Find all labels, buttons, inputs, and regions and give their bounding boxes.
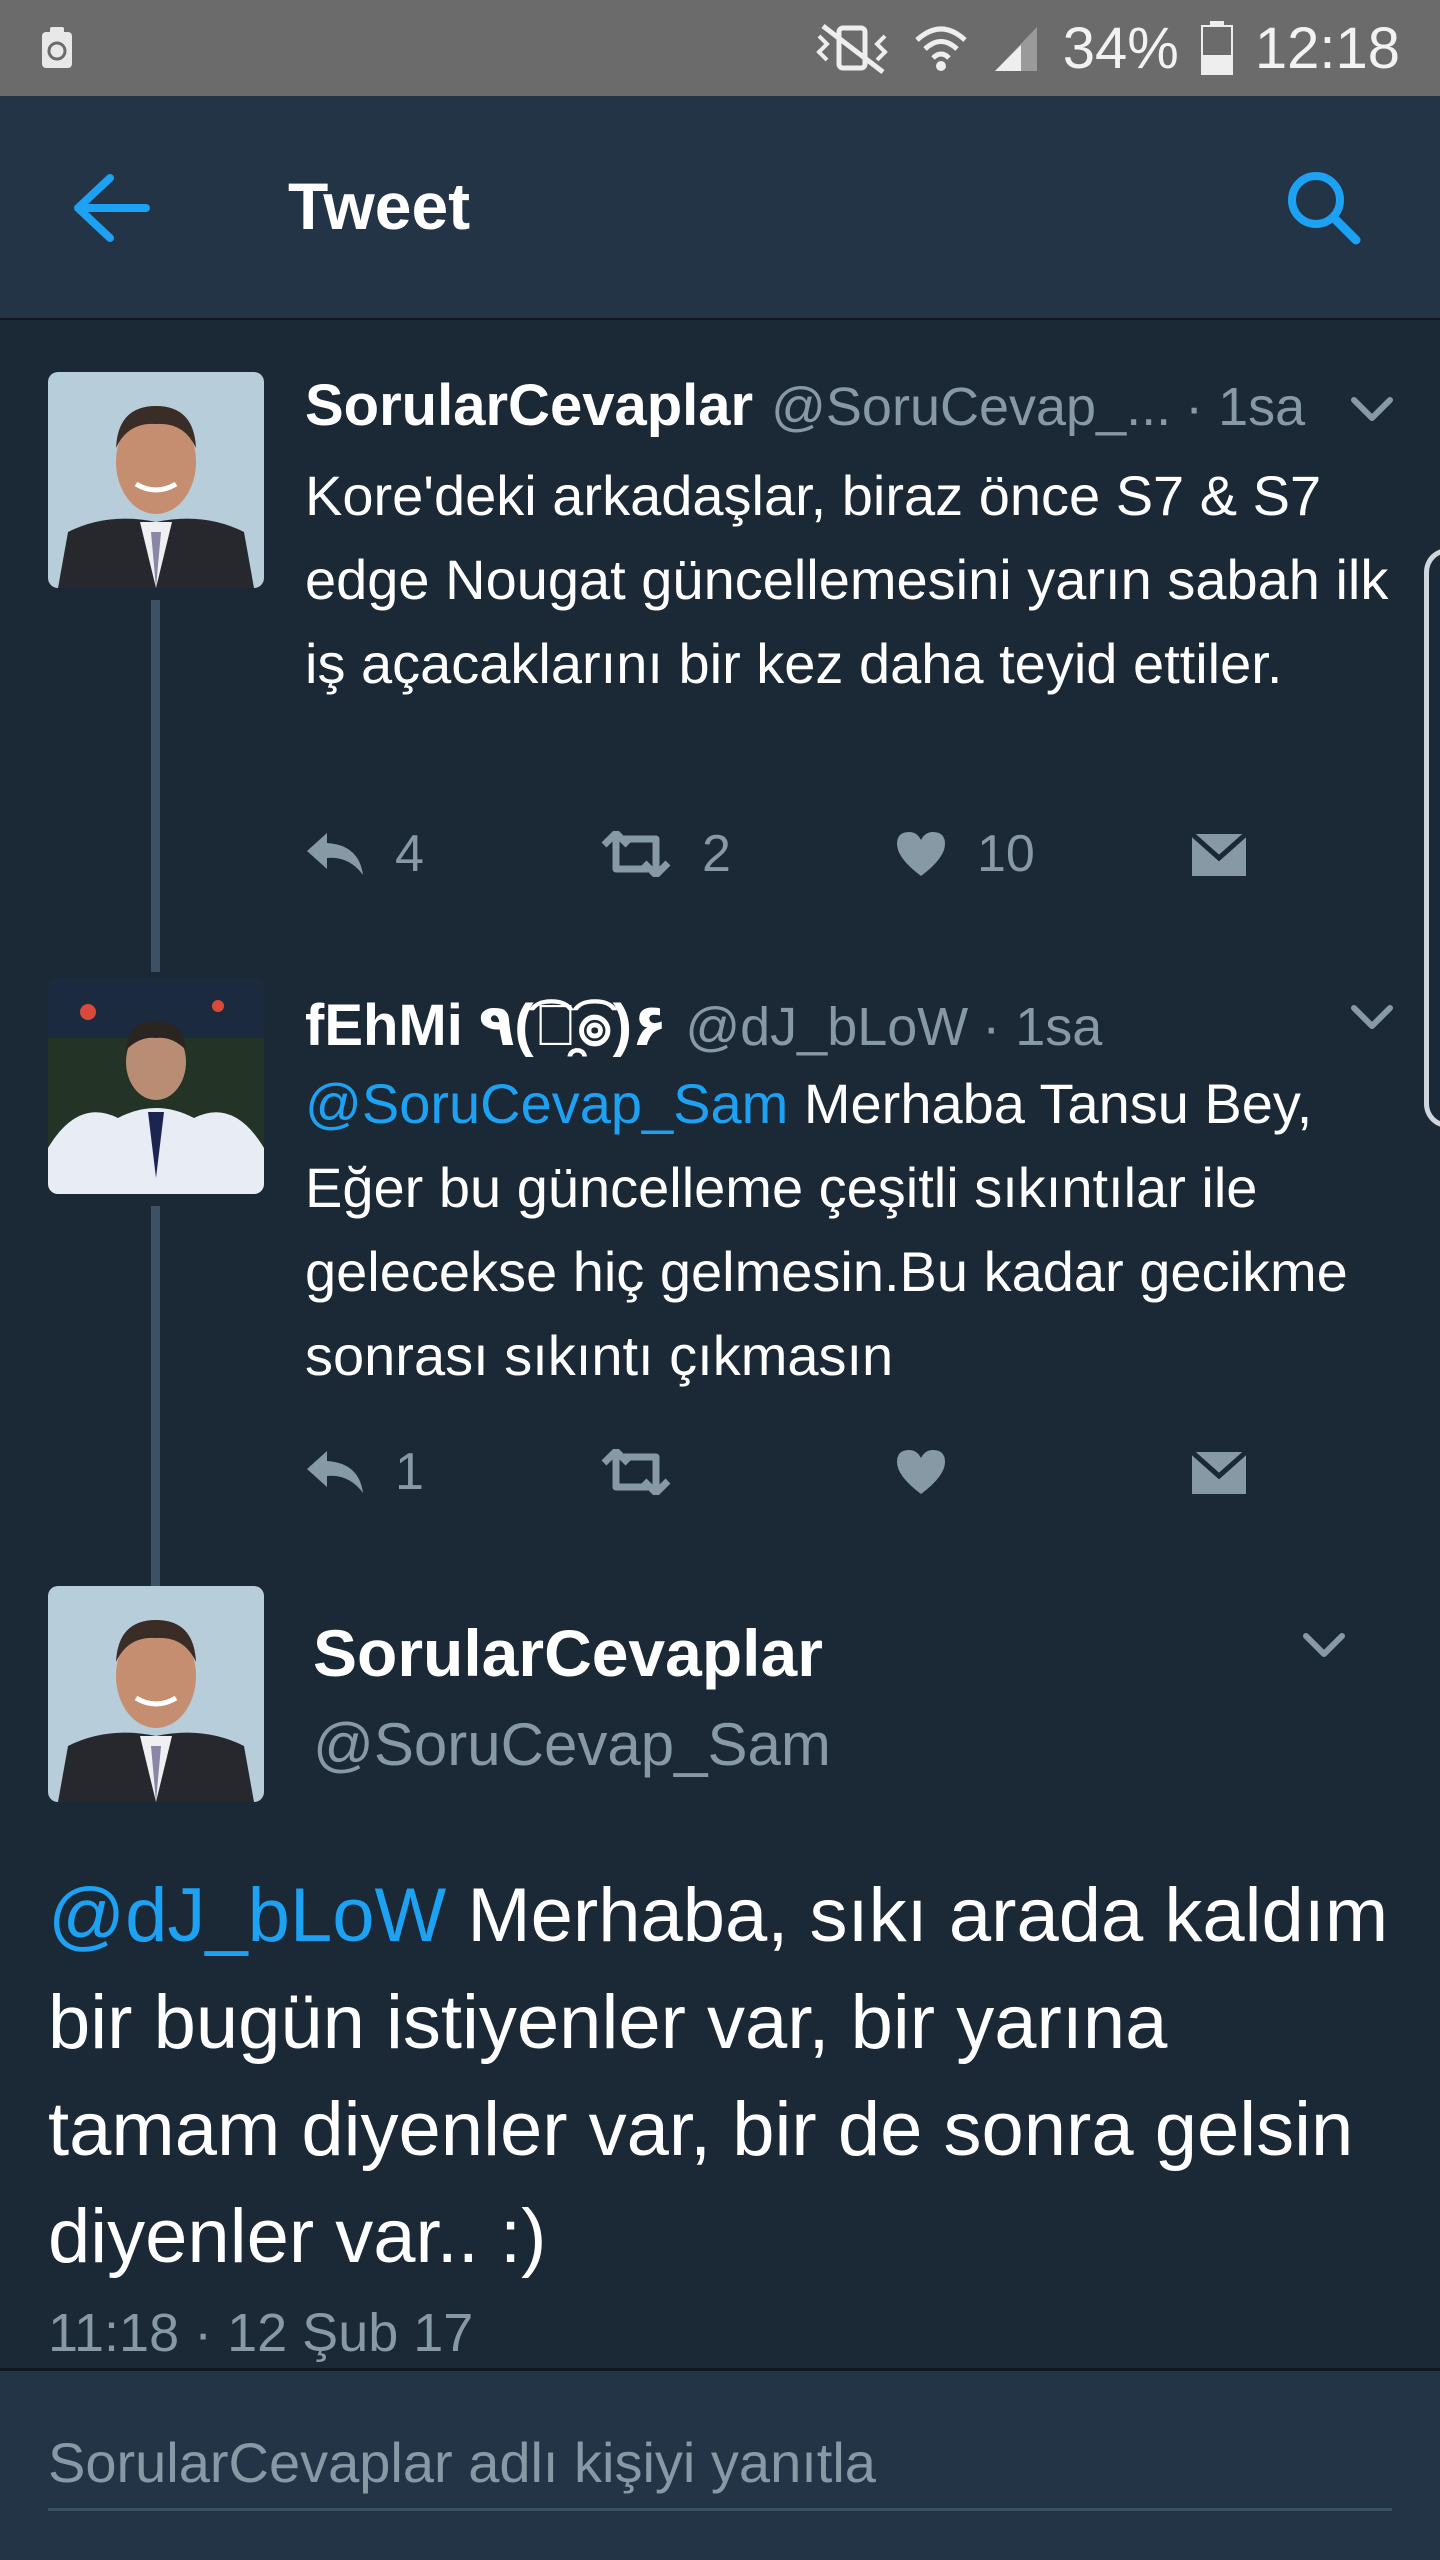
- signal-icon: [991, 23, 1041, 73]
- chevron-down-icon: [1303, 1633, 1345, 1657]
- retweet-button[interactable]: [600, 1449, 895, 1495]
- reply-count: 1: [395, 1443, 424, 1501]
- envelope-icon: [1190, 832, 1248, 876]
- chevron-down-icon: [1351, 1005, 1393, 1029]
- retweet-icon: [601, 1449, 671, 1495]
- clock: 12:18: [1254, 15, 1400, 81]
- mute-vibrate-icon: [813, 22, 891, 74]
- tweet-time: · 1sa: [1185, 377, 1306, 437]
- focused-tweet-timestamp: 11:18 · 12 Şub 17: [48, 2303, 474, 2363]
- status-right: 34% 12:18: [813, 15, 1400, 82]
- thread-connector: [151, 1206, 160, 1590]
- thread-tweet[interactable]: fEhMi ٩(͡๏̯͡๏)۶ @dJ_bLoW · 1sa @SoruCeva…: [0, 978, 1440, 1590]
- wifi-icon: [913, 22, 969, 74]
- tweet-time: · 1sa: [982, 997, 1103, 1057]
- focused-avatar[interactable]: [48, 1586, 264, 1802]
- like-button[interactable]: [895, 1448, 1190, 1496]
- status-bar: 34% 12:18: [0, 0, 1440, 96]
- mention-link[interactable]: @dJ_bLoW: [48, 1873, 446, 1958]
- reply-icon: [307, 1451, 363, 1493]
- author-name[interactable]: SorularCevaplar: [305, 372, 753, 439]
- mention-link[interactable]: @SoruCevap_Sam: [305, 1072, 788, 1135]
- reply-input[interactable]: [48, 2431, 1392, 2511]
- author-handle[interactable]: @dJ_bLoW: [685, 996, 968, 1058]
- arrow-left-icon: [74, 174, 150, 242]
- focused-author-name[interactable]: SorularCevaplar: [313, 1615, 823, 1691]
- reply-icon: [307, 833, 363, 875]
- author-handle[interactable]: @SoruCevap_...: [771, 376, 1171, 438]
- thread-tweet[interactable]: SorularCevaplar @SoruCevap_... · 1sa Kor…: [0, 372, 1440, 972]
- avatar[interactable]: [48, 978, 264, 1194]
- focused-author-handle[interactable]: @SoruCevap_Sam: [313, 1710, 831, 1779]
- scrollbar[interactable]: [1424, 548, 1440, 1128]
- direct-message-button[interactable]: [1190, 1448, 1440, 1496]
- tweet-menu-button[interactable]: [1348, 394, 1396, 426]
- like-button[interactable]: 10: [895, 824, 1190, 884]
- reply-button[interactable]: 1: [305, 1442, 600, 1502]
- reply-bar: [0, 2368, 1440, 2560]
- page-title: Tweet: [288, 169, 471, 243]
- author-name[interactable]: fEhMi ٩(͡๏̯͡๏)۶: [305, 978, 667, 1071]
- recycle-icon: [40, 24, 76, 72]
- tweet-text: @SoruCevap_Sam Merhaba Tansu Bey, Eğer b…: [305, 1062, 1415, 1398]
- direct-message-button[interactable]: [1190, 830, 1440, 878]
- tweet-actions: 4 2 10: [305, 824, 1440, 884]
- retweet-button[interactable]: 2: [600, 824, 895, 884]
- search-button[interactable]: [1282, 166, 1366, 250]
- back-button[interactable]: [70, 172, 154, 244]
- tweet-text: Kore'deki arkadaşlar, biraz önce S7 & S7…: [305, 464, 1389, 695]
- reply-button[interactable]: 4: [305, 824, 600, 884]
- tweet-header: fEhMi ٩(͡๏̯͡๏)۶ @dJ_bLoW · 1sa: [305, 978, 1102, 1071]
- focused-tweet-menu-button[interactable]: [1300, 1630, 1348, 1662]
- thread-connector: [151, 600, 160, 972]
- heart-icon: [897, 1450, 945, 1494]
- retweet-count: 2: [702, 825, 731, 883]
- heart-icon: [897, 832, 945, 876]
- chevron-down-icon: [1351, 397, 1393, 421]
- like-count: 10: [977, 825, 1035, 883]
- retweet-icon: [601, 831, 671, 877]
- battery-icon: [1200, 21, 1233, 75]
- search-icon: [1288, 172, 1361, 245]
- focused-tweet-text: @dJ_bLoW Merhaba, sıkı arada kaldım bir …: [48, 1862, 1408, 2290]
- tweet-actions: 1: [305, 1442, 1440, 1502]
- tweet-menu-button[interactable]: [1348, 1002, 1396, 1034]
- app-header: Tweet: [0, 96, 1440, 320]
- envelope-icon: [1190, 1450, 1248, 1494]
- reply-count: 4: [395, 825, 424, 883]
- battery-percent: 34%: [1062, 15, 1179, 81]
- avatar[interactable]: [48, 372, 264, 588]
- tweet-header: SorularCevaplar @SoruCevap_... · 1sa: [305, 372, 1305, 439]
